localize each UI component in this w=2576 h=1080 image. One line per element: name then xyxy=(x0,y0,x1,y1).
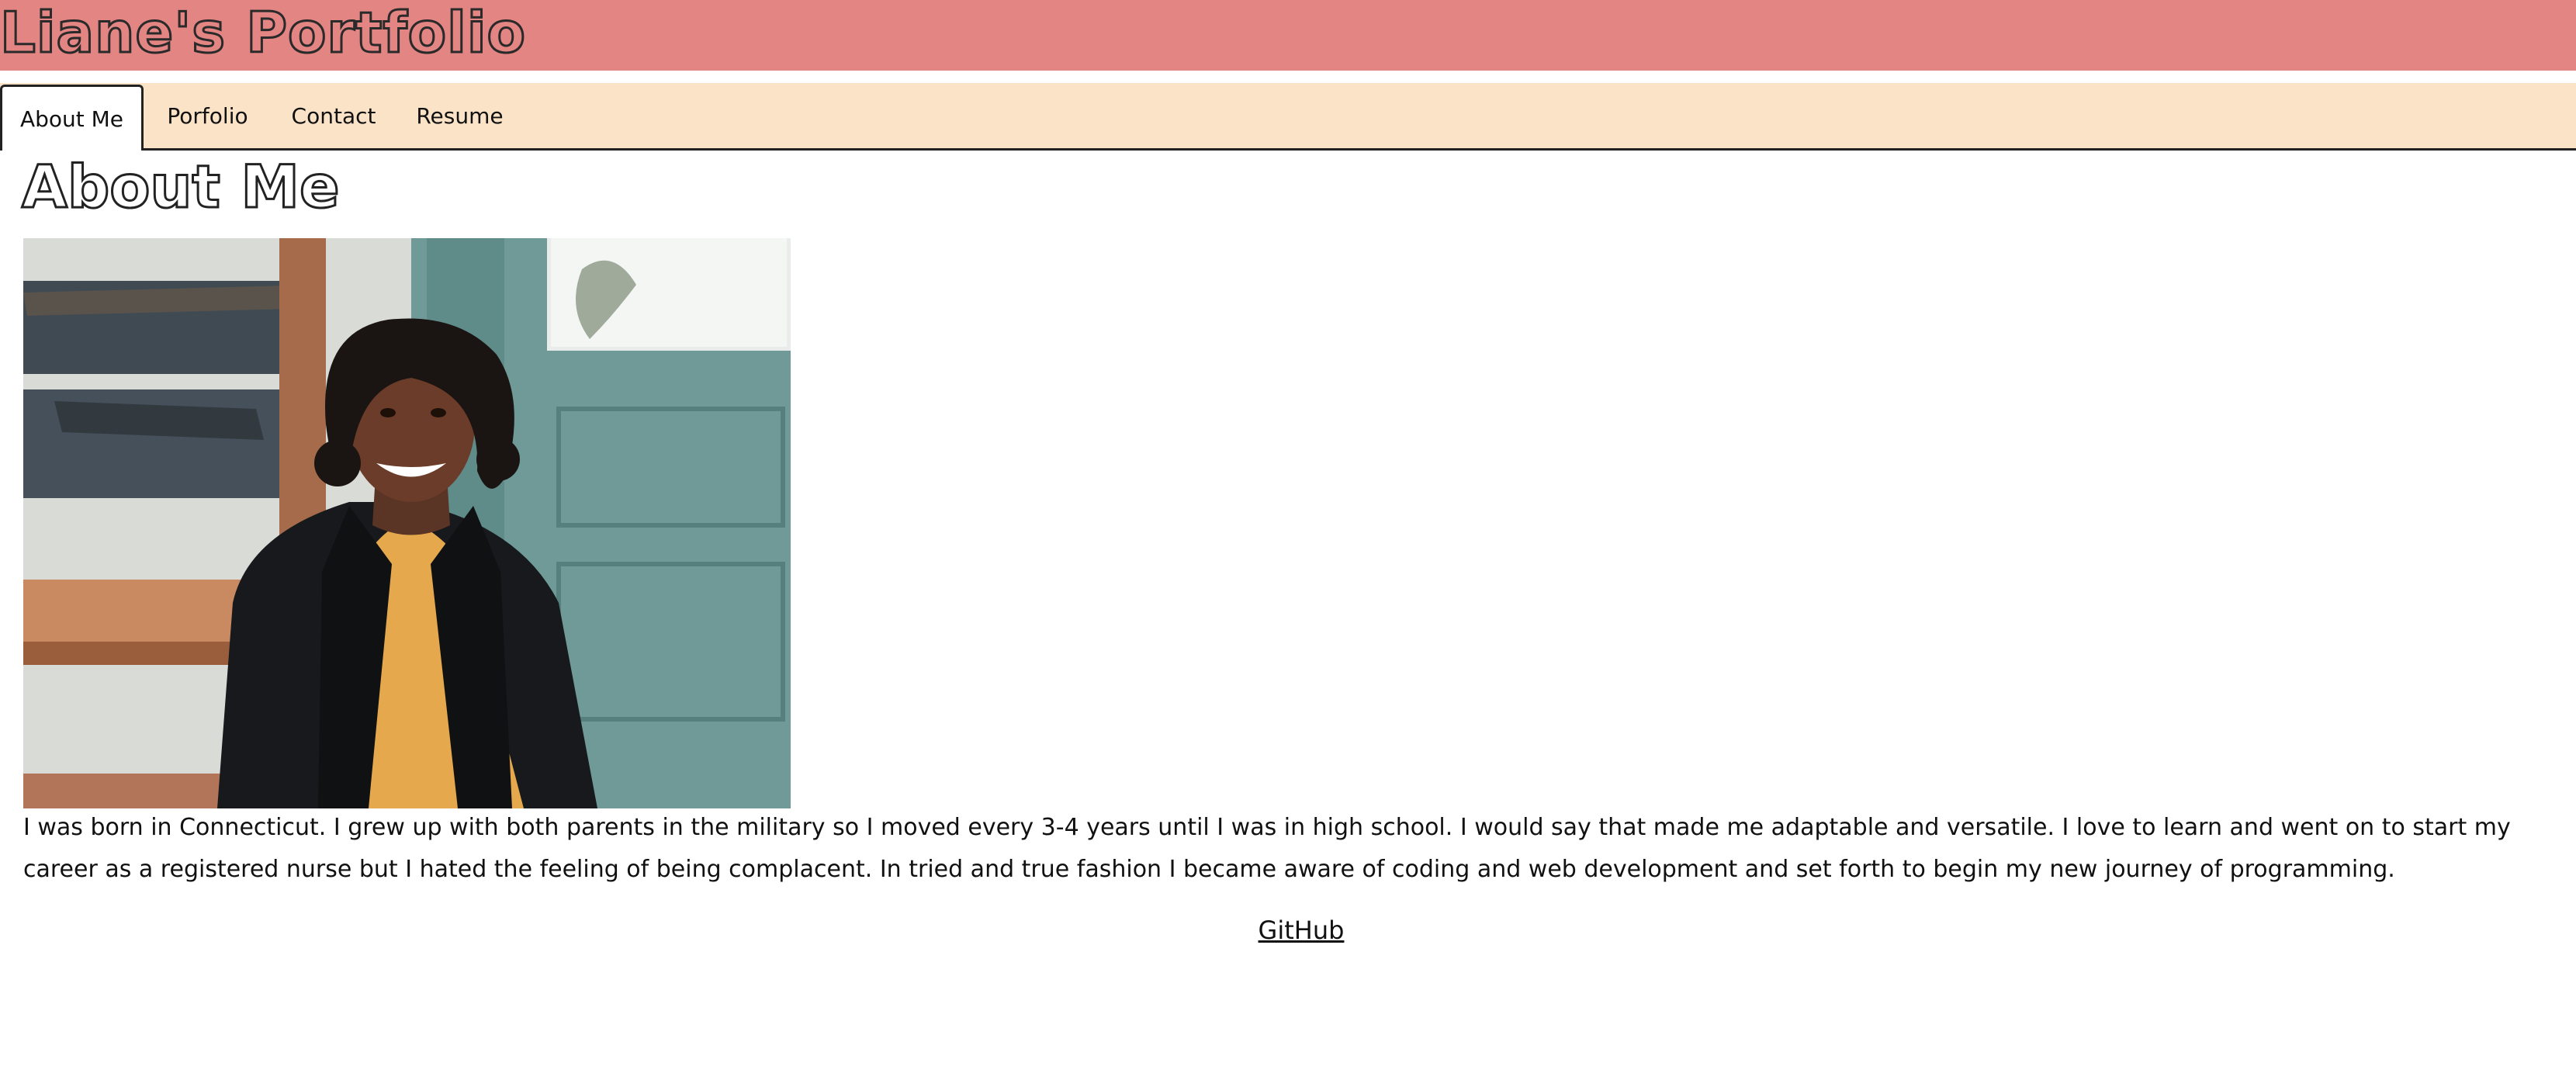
site-header: Liane's Portfolio xyxy=(0,0,2576,71)
tab-resume[interactable]: Resume xyxy=(411,85,508,147)
tab-portfolio[interactable]: Porfolio xyxy=(159,85,256,147)
profile-photo xyxy=(23,238,791,808)
bio-text: I was born in Connecticut. I grew up wit… xyxy=(23,814,2511,883)
github-link[interactable]: GitHub xyxy=(0,916,2576,945)
tab-about-me[interactable]: About Me xyxy=(0,85,144,151)
page-heading: About Me xyxy=(21,151,341,223)
tab-contact[interactable]: Contact xyxy=(283,85,384,147)
nav-bar: About Me Porfolio Contact Resume xyxy=(0,83,2576,151)
site-title: Liane's Portfolio xyxy=(0,0,526,67)
